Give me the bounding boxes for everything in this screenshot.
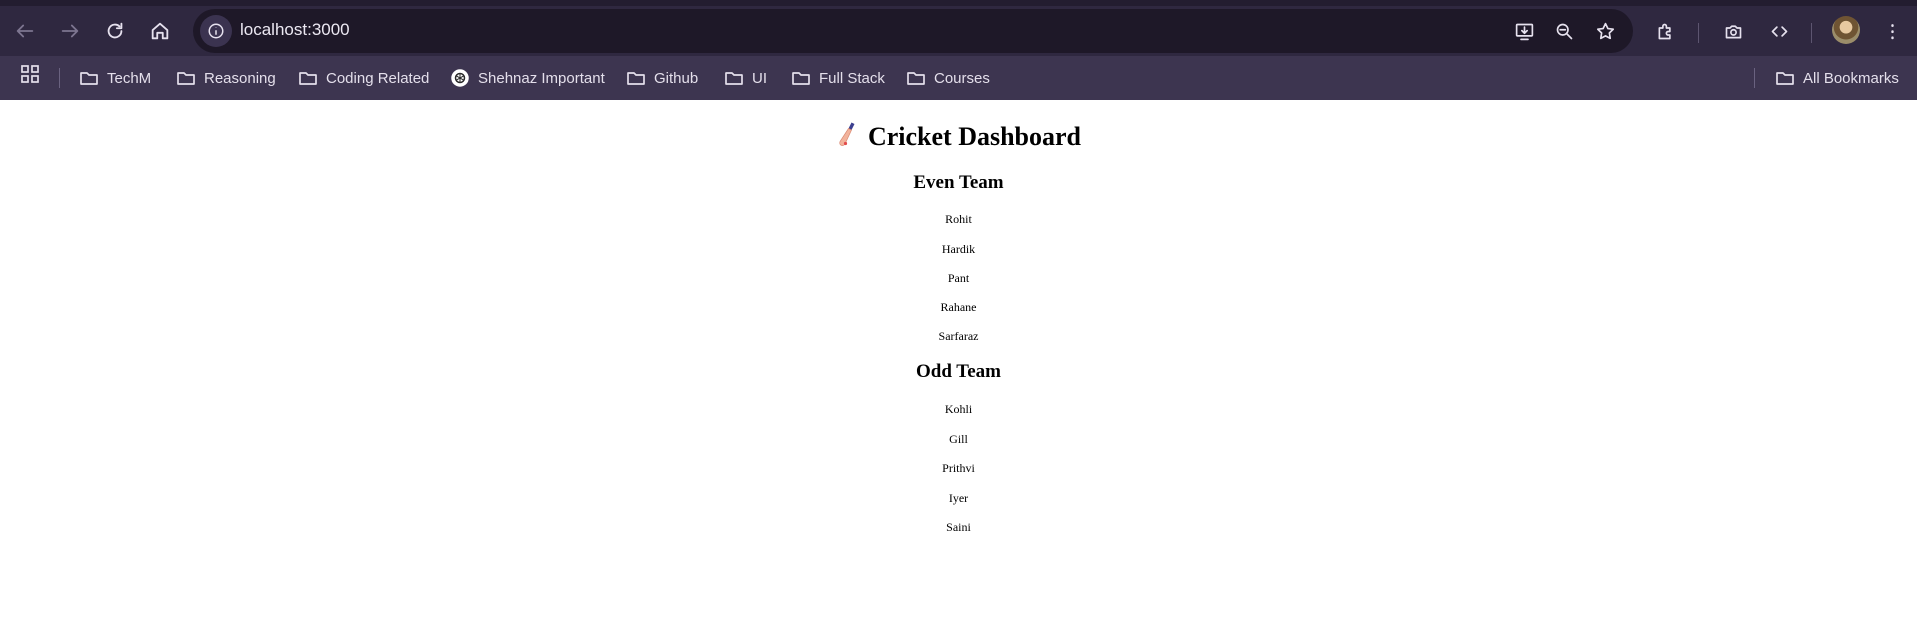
folder-icon bbox=[725, 72, 743, 85]
browser-toolbar: localhost:3000 bbox=[0, 0, 1917, 56]
reload-icon bbox=[107, 22, 123, 39]
bookmark-shehnaz-important[interactable]: Shehnaz Important bbox=[450, 64, 605, 92]
bookmark-reasoning[interactable]: Reasoning bbox=[176, 64, 276, 92]
even-team-heading: Even Team bbox=[913, 172, 1004, 193]
bookmark-label: Coding Related bbox=[326, 69, 430, 87]
player-name: Sarfaraz bbox=[938, 329, 979, 343]
folder-icon bbox=[1776, 72, 1794, 85]
bookmark-label: TechM bbox=[107, 69, 152, 87]
all-bookmarks-label: All Bookmarks bbox=[1803, 69, 1899, 87]
player-name: Saini bbox=[946, 520, 971, 534]
apps-button[interactable] bbox=[20, 64, 40, 84]
folder-icon bbox=[299, 72, 317, 85]
folder-icon bbox=[792, 72, 810, 85]
all-bookmarks-button[interactable]: All Bookmarks bbox=[1775, 64, 1899, 92]
bookmark-star-button[interactable] bbox=[1591, 17, 1619, 45]
zoom-button[interactable] bbox=[1550, 17, 1578, 45]
folder-icon bbox=[177, 72, 195, 85]
arrow-left-icon bbox=[16, 24, 34, 38]
folder-icon bbox=[627, 72, 645, 85]
arrow-right-icon bbox=[61, 24, 79, 38]
zoom-out-icon bbox=[1556, 23, 1572, 39]
page-content: Cricket Dashboard Even Team Rohit Hardik… bbox=[0, 100, 1917, 633]
folder-icon bbox=[80, 72, 98, 85]
bookmark-courses[interactable]: Courses bbox=[906, 64, 990, 92]
url-text[interactable]: localhost:3000 bbox=[240, 20, 350, 40]
back-button[interactable] bbox=[9, 15, 41, 47]
odd-team-heading: Odd Team bbox=[915, 361, 1001, 382]
player-name: Prithvi bbox=[942, 461, 975, 475]
bookmark-label: Reasoning bbox=[204, 69, 276, 87]
more-vertical-icon bbox=[1890, 23, 1894, 39]
page-title-text: Cricket Dashboard bbox=[867, 122, 1082, 151]
home-button[interactable] bbox=[144, 15, 176, 47]
site-info-button[interactable] bbox=[200, 15, 232, 47]
bookmark-label: Full Stack bbox=[819, 69, 885, 87]
bookmark-coding-related[interactable]: Coding Related bbox=[298, 64, 429, 92]
puzzle-icon bbox=[1658, 23, 1671, 39]
bookmark-label: Shehnaz Important bbox=[478, 69, 605, 87]
info-icon bbox=[208, 23, 224, 39]
player-name: Pant bbox=[947, 271, 970, 285]
star-icon bbox=[1596, 22, 1614, 39]
player-name: Kohli bbox=[944, 402, 973, 416]
player-name: Gill bbox=[949, 432, 968, 446]
devtools-button[interactable] bbox=[1765, 17, 1793, 45]
player-name: Rahane bbox=[940, 300, 977, 314]
forward-button[interactable] bbox=[54, 15, 86, 47]
screenshot-button[interactable] bbox=[1719, 17, 1747, 45]
player-name: Rohit bbox=[945, 212, 972, 226]
bookmark-github[interactable]: Github bbox=[626, 64, 698, 92]
extensions-button[interactable] bbox=[1651, 17, 1679, 45]
player-name: Iyer bbox=[948, 491, 969, 505]
bookmarks-bar: TechM Reasoning Coding Related Shehnaz I… bbox=[0, 56, 1917, 100]
folder-icon bbox=[907, 72, 925, 85]
reload-button[interactable] bbox=[99, 15, 131, 47]
bookmark-techm[interactable]: TechM bbox=[79, 64, 151, 92]
camera-icon bbox=[1725, 24, 1741, 38]
home-icon bbox=[151, 22, 169, 40]
cricket-bat-icon bbox=[839, 122, 855, 146]
install-app-button[interactable] bbox=[1510, 17, 1538, 45]
apps-grid-icon bbox=[21, 65, 39, 83]
address-bar[interactable]: localhost:3000 bbox=[193, 9, 1633, 53]
install-desktop-icon bbox=[1515, 23, 1533, 40]
menu-button[interactable] bbox=[1878, 17, 1906, 45]
player-name: Hardik bbox=[941, 242, 976, 256]
bookmark-label: Github bbox=[654, 69, 699, 87]
code-icon bbox=[1771, 25, 1787, 37]
openai-icon bbox=[451, 69, 469, 87]
profile-avatar[interactable] bbox=[1832, 16, 1860, 44]
bookmark-ui[interactable]: UI bbox=[724, 64, 767, 92]
page-title: Cricket Dashboard bbox=[0, 120, 1917, 152]
bookmark-full-stack[interactable]: Full Stack bbox=[791, 64, 885, 92]
bookmark-label: UI bbox=[752, 69, 767, 87]
bookmark-label: Courses bbox=[934, 69, 990, 87]
